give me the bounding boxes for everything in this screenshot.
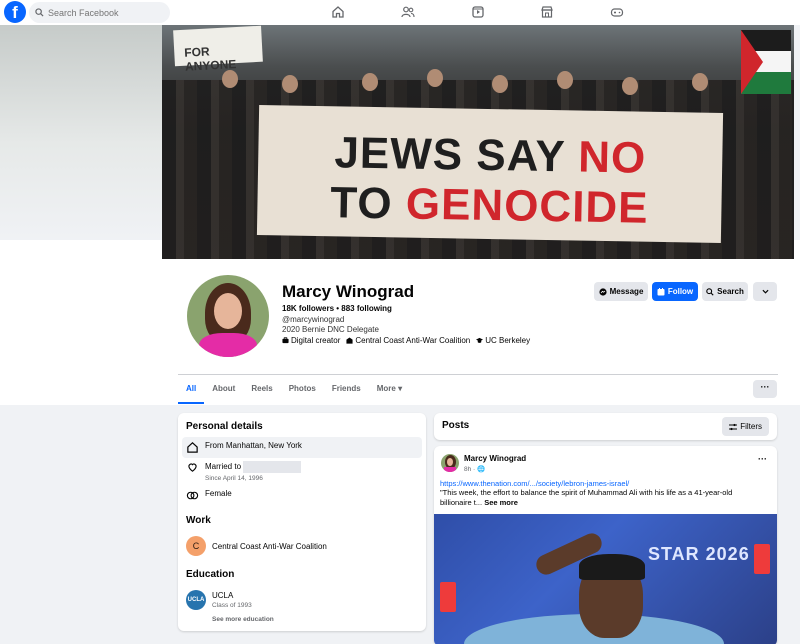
- gender-icon: [186, 491, 199, 500]
- detail-gender: Female: [182, 485, 422, 506]
- posts-title: Posts: [442, 420, 470, 431]
- cover-photo[interactable]: FOR ANYONE JEWS SAY NO TO GENOCIDE: [162, 25, 794, 259]
- cover-person: [427, 69, 443, 87]
- home-icon[interactable]: [331, 5, 345, 19]
- friends-icon[interactable]: [401, 5, 415, 19]
- filter-icon: [729, 423, 738, 430]
- personal-details-title: Personal details: [186, 421, 263, 432]
- spouse-redacted: [243, 461, 302, 473]
- detail-hometown[interactable]: From Manhattan, New York: [182, 437, 422, 458]
- message-button[interactable]: Message: [594, 282, 648, 301]
- top-navigation-bar: f: [0, 0, 800, 25]
- education-title: Education: [186, 569, 235, 580]
- work-logo: C: [186, 536, 206, 556]
- see-more-education-link[interactable]: See more education: [212, 616, 274, 623]
- banner-line-2: TO GENOCIDE: [329, 178, 649, 233]
- work-title: Work: [186, 515, 211, 526]
- married-since: Since April 14, 1996: [205, 475, 263, 482]
- profile-name: Marcy Winograd: [282, 282, 415, 301]
- protest-banner: JEWS SAY NO TO GENOCIDE: [256, 104, 724, 244]
- briefcase-icon: [282, 337, 289, 344]
- tab-more[interactable]: More ▾: [369, 380, 410, 404]
- protest-sign: FOR ANYONE: [173, 25, 263, 74]
- profile-tabs: All About Reels Photos Friends More ▾: [178, 380, 410, 404]
- home-icon: [187, 442, 198, 453]
- detail-relationship: Married to Since April 14, 1996: [182, 457, 422, 486]
- relationship-icon: [188, 463, 197, 472]
- tab-friends[interactable]: Friends: [324, 380, 369, 404]
- sign-text: FOR ANYONE: [183, 44, 237, 74]
- detail-work[interactable]: C Central Coast Anti-War Coalition: [182, 532, 422, 560]
- chevron-down-icon: [761, 289, 769, 294]
- cover-person: [692, 73, 708, 91]
- search-profile-button[interactable]: Search: [702, 282, 748, 301]
- ucla-logo: UCLA: [186, 590, 206, 610]
- tab-all[interactable]: All: [178, 380, 205, 404]
- post-text: "This week, the effort to balance the sp…: [440, 488, 733, 507]
- post-card: Marcy Winograd 8h · 🌐 ··· https://www.th…: [434, 446, 777, 644]
- chip-digital-creator: Digital creator: [282, 336, 340, 345]
- post-image[interactable]: STAR 2026: [434, 514, 777, 644]
- profile-handle: @marcywinograd: [282, 315, 345, 324]
- follow-button[interactable]: Follow: [652, 282, 698, 301]
- married-text: Married to: [205, 462, 242, 472]
- school-class: Class of 1993: [212, 602, 252, 609]
- cover-person: [222, 70, 238, 88]
- graduation-cap-icon: [476, 337, 484, 343]
- marketplace-icon[interactable]: [540, 5, 554, 19]
- dropdown-button[interactable]: [753, 282, 777, 301]
- posts-header: Posts Filters: [434, 413, 777, 440]
- intro-panel: Personal details From Manhattan, New Yor…: [178, 413, 426, 631]
- hometown-text: From Manhattan, New York: [205, 441, 302, 450]
- chip-education[interactable]: UC Berkeley: [476, 336, 530, 345]
- post-time[interactable]: 8h · 🌐: [464, 465, 485, 473]
- search-icon: [35, 8, 44, 17]
- cover-person: [282, 75, 298, 93]
- tab-about[interactable]: About: [204, 380, 243, 404]
- nba-logo: [754, 544, 770, 574]
- work-text: Central Coast Anti-War Coalition: [212, 541, 327, 551]
- search-box[interactable]: [29, 2, 170, 23]
- facebook-logo[interactable]: f: [4, 1, 26, 23]
- flag: [741, 30, 791, 94]
- post-options-button[interactable]: ···: [758, 454, 767, 464]
- profile-avatar[interactable]: [184, 272, 272, 360]
- post-author-avatar[interactable]: [441, 454, 459, 472]
- image-text: STAR 2026: [648, 544, 750, 564]
- cover-person: [362, 73, 378, 91]
- tab-reels[interactable]: Reels: [243, 380, 280, 404]
- gaming-icon[interactable]: [610, 5, 624, 19]
- chevron-down-icon: ▾: [398, 384, 403, 393]
- gender-text: Female: [205, 489, 232, 498]
- chip-work[interactable]: Central Coast Anti-War Coalition: [346, 336, 470, 345]
- search-icon: [706, 287, 714, 296]
- followers-count[interactable]: 18K followers • 883 following: [282, 304, 392, 313]
- nba-logo: [440, 582, 456, 612]
- filters-button[interactable]: Filters: [722, 417, 769, 436]
- background-gradient: [0, 25, 162, 240]
- search-input[interactable]: [48, 7, 163, 18]
- building-icon: [346, 337, 353, 344]
- cover-person: [557, 71, 573, 89]
- banner-line-1: JEWS SAY NO: [334, 128, 647, 183]
- post-author-name[interactable]: Marcy Winograd: [464, 454, 526, 463]
- follow-icon: [657, 287, 665, 295]
- school-name: UCLA: [212, 591, 234, 600]
- cover-person: [492, 75, 508, 93]
- profile-chips: Digital creator Central Coast Anti-War C…: [282, 336, 530, 345]
- video-icon[interactable]: [471, 5, 485, 19]
- tab-photos[interactable]: Photos: [281, 380, 324, 404]
- see-more-link[interactable]: See more: [484, 498, 518, 507]
- messenger-icon: [598, 287, 607, 296]
- more-options-button[interactable]: ···: [753, 380, 777, 398]
- globe-icon: 🌐: [477, 466, 486, 473]
- detail-education[interactable]: UCLA UCLA Class of 1993: [182, 586, 422, 614]
- post-link[interactable]: https://www.thenation.com/.../society/le…: [440, 479, 629, 488]
- profile-bio: 2020 Bernie DNC Delegate: [282, 325, 379, 334]
- header-divider: [178, 374, 778, 375]
- cover-person: [622, 77, 638, 95]
- player-cap: [579, 554, 645, 580]
